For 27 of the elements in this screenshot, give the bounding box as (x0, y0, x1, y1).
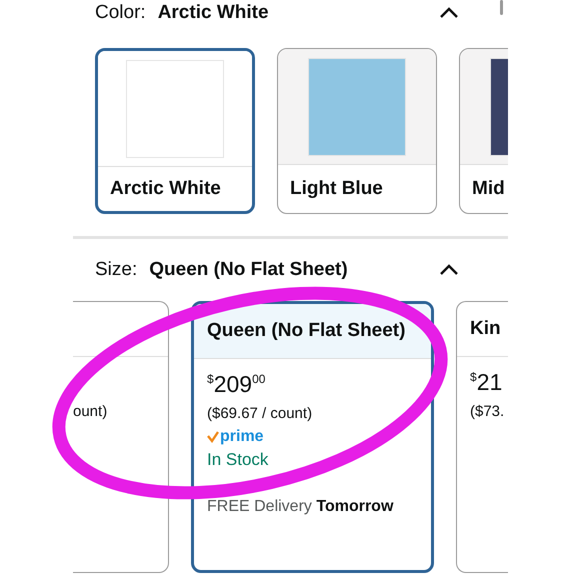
scrollbar (500, 0, 503, 15)
size-name: Queen (No Flat Sheet) (207, 320, 406, 342)
unit-price: ($73. (470, 403, 503, 420)
selected-size: Queen (No Flat Sheet) (149, 259, 348, 281)
chevron-icon[interactable] (439, 264, 459, 276)
selected-color: Arctic White (158, 2, 269, 24)
unit-price: ($69.67 / count) (207, 405, 314, 422)
stock-status: In Stock (207, 450, 270, 470)
check-icon (207, 431, 219, 443)
size-option[interactable]: Queen (No Flat Sheet) $^{$}$209$^{00}$ ($69.67 / count) prime In Stock FREE Delivery Tomorrow (191, 301, 434, 573)
color-name: Arctic White (110, 178, 221, 200)
color-name: Light Blue (290, 178, 383, 200)
color-name: Mid (472, 178, 505, 200)
size-option[interactable]: Kin $^{$}$21 ($73. (456, 301, 508, 573)
size-name: Kin (470, 318, 501, 340)
size-label: Size: (95, 259, 138, 281)
color-option[interactable]: Mid (459, 48, 508, 214)
color-label: Color: (95, 2, 146, 24)
delivery-info: FREE Delivery Tomorrow (207, 498, 394, 516)
color-option[interactable]: Arctic White (95, 48, 255, 214)
prime-label: prime (220, 428, 264, 446)
chevron-icon[interactable] (439, 7, 459, 19)
price: $^{$}$209$^{00}$ (207, 371, 266, 399)
price: $^{$}$21 (470, 369, 503, 397)
size-option[interactable]: ount) (73, 301, 169, 573)
unit-price: ount) (73, 403, 108, 420)
color-option[interactable]: Light Blue (277, 48, 437, 214)
